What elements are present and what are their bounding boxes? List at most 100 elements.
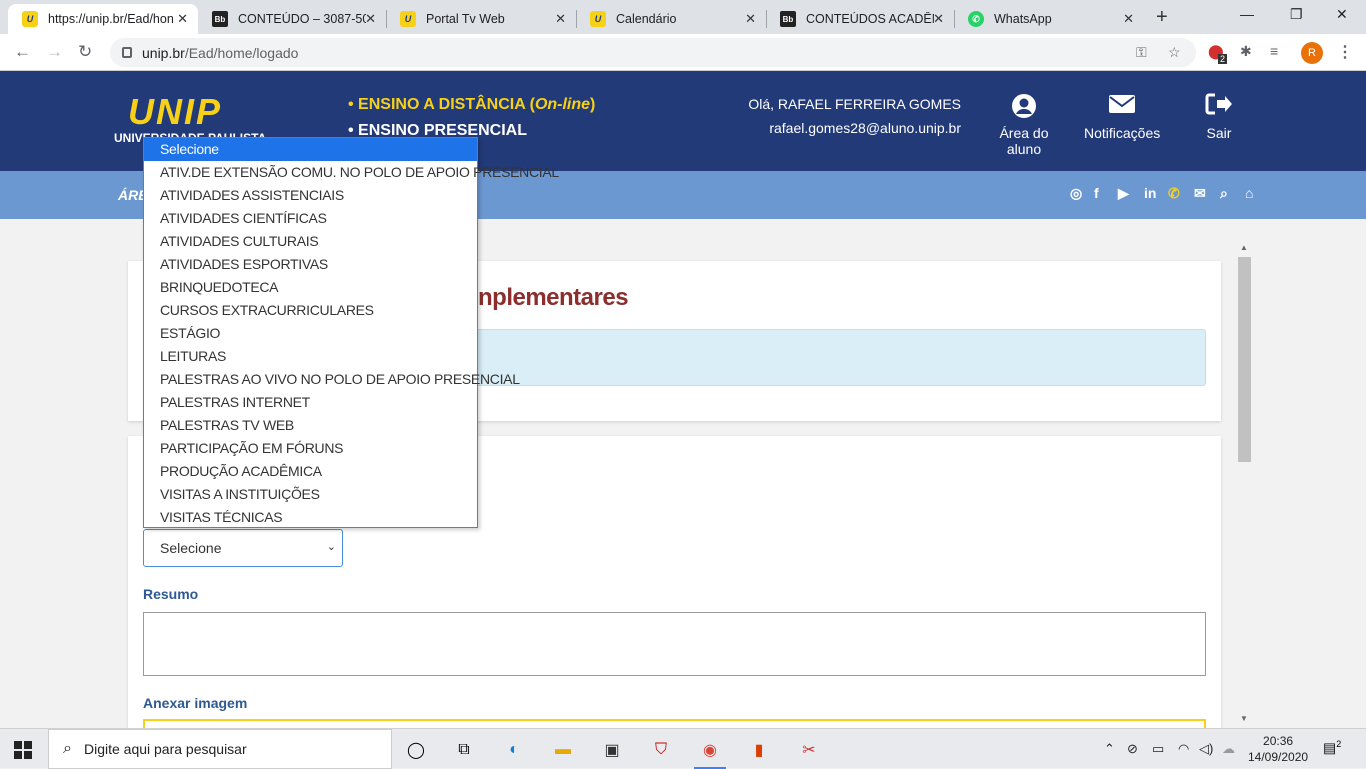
reload-icon[interactable]: ↻	[78, 42, 92, 62]
cortana-icon[interactable]: ◯	[404, 739, 428, 761]
profile-avatar[interactable]: R	[1301, 42, 1323, 64]
dropdown-option[interactable]: PARTICIPAÇÃO EM FÓRUNS	[144, 437, 477, 460]
dropdown-option[interactable]: ATIV.DE EXTENSÃO COMU. NO POLO DE APOIO …	[144, 161, 559, 184]
show-hidden-icons-icon[interactable]: ⌃	[1104, 741, 1115, 757]
url-omnibox[interactable]: unip.br/Ead/home/logado ⚿ ☆	[110, 38, 1196, 67]
dropdown-option[interactable]: ATIVIDADES CULTURAIS	[144, 230, 477, 253]
wifi-icon[interactable]: ◠	[1178, 741, 1189, 757]
restore-icon[interactable]: ❐	[1290, 6, 1303, 23]
dropdown-option[interactable]: PRODUÇÃO ACADÊMICA	[144, 460, 477, 483]
facebook-icon[interactable]: f	[1094, 185, 1099, 201]
battery-icon[interactable]: ▭	[1152, 741, 1164, 757]
scrollbar-thumb[interactable]	[1238, 257, 1251, 462]
notifications-button[interactable]: Notificações	[1084, 93, 1160, 141]
extensions-puzzle-icon[interactable]: ✱	[1240, 43, 1252, 60]
dropdown-option[interactable]: PALESTRAS AO VIVO NO POLO DE APOIO PRESE…	[144, 368, 520, 391]
dropdown-option[interactable]: LEITURAS	[144, 345, 477, 368]
dropdown-option[interactable]: ATIVIDADES ESPORTIVAS	[144, 253, 477, 276]
sign-out-icon	[1196, 93, 1242, 119]
unip-favicon-icon: U	[22, 11, 38, 27]
tab-portal-tv-web[interactable]: U Portal Tv Web ✕	[386, 4, 576, 34]
dropdown-option[interactable]: ATIVIDADES CIENTÍFICAS	[144, 207, 477, 230]
email-icon[interactable]: ✉	[1194, 185, 1206, 202]
windows-taskbar: ⌕ Digite aqui para pesquisar ◯ ⧉ ◐ ▬ ▣ ⛉…	[0, 728, 1366, 769]
dropdown-option[interactable]: PALESTRAS INTERNET	[144, 391, 477, 414]
menu-dots-icon[interactable]: ⋮	[1337, 42, 1353, 62]
media-control-icon[interactable]: ≡	[1270, 43, 1278, 59]
tab-title: CONTEÚDO – 3087-50_	[238, 12, 366, 26]
office-icon[interactable]: ▮	[747, 739, 771, 761]
dropdown-option[interactable]: PALESTRAS TV WEB	[144, 414, 477, 437]
student-area-button[interactable]: Área do aluno	[986, 93, 1062, 157]
page-title: nplementares	[478, 284, 629, 311]
dropdown-option[interactable]: VISITAS TÉCNICAS	[144, 506, 477, 529]
resumo-textarea[interactable]	[143, 612, 1206, 676]
close-tab-icon[interactable]: ✕	[933, 11, 944, 27]
chrome-icon[interactable]: ◉	[694, 739, 726, 769]
browser-tab-bar: U https://unip.br/Ead/hon ✕ Bb CONTEÚDO …	[0, 0, 1366, 34]
unip-logo[interactable]: UNIP	[128, 91, 222, 133]
dropdown-option[interactable]: BRINQUEDOTECA	[144, 276, 477, 299]
taskbar-search-box[interactable]: ⌕ Digite aqui para pesquisar	[48, 729, 392, 769]
back-icon[interactable]: ←	[14, 42, 31, 62]
close-tab-icon[interactable]: ✕	[745, 11, 756, 27]
edge-icon[interactable]: ◐	[502, 739, 526, 761]
phone-icon[interactable]: ✆	[1168, 185, 1180, 202]
file-explorer-icon[interactable]: ▬	[551, 739, 575, 761]
address-bar: ← → ↻ unip.br/Ead/home/logado ⚿ ☆ ⬤ 2 ✱ …	[0, 34, 1366, 71]
close-tab-icon[interactable]: ✕	[177, 11, 188, 27]
snipping-tool-icon[interactable]: ✂	[797, 739, 821, 761]
user-circle-icon	[986, 93, 1062, 119]
volume-icon[interactable]: ◁)	[1199, 741, 1213, 757]
ensino-distancia-link[interactable]: • ENSINO A DISTÂNCIA (On-line)	[348, 96, 595, 114]
activity-type-select[interactable]: Selecione ⌄	[143, 529, 343, 567]
home-icon[interactable]: ⌂	[1245, 185, 1253, 201]
store-icon[interactable]: ▣	[600, 739, 624, 761]
dropdown-option[interactable]: Selecione	[144, 138, 477, 161]
task-view-icon[interactable]: ⧉	[452, 739, 476, 761]
tab-conteudos-academicos[interactable]: Bb CONTEÚDOS ACADÊMI ✕	[766, 4, 954, 34]
network-disconnected-icon[interactable]: ⊘	[1127, 741, 1138, 757]
unip-favicon-icon: U	[400, 11, 416, 27]
tab-whatsapp[interactable]: ✆ WhatsApp ✕	[954, 4, 1144, 34]
mcafee-icon[interactable]: ⛉	[649, 739, 673, 761]
tab-title: WhatsApp	[994, 12, 1052, 26]
tab-calendario[interactable]: U Calendário ✕	[576, 4, 766, 34]
page-scrollbar[interactable]: ▲ ▼	[1237, 243, 1253, 723]
windows-start-icon[interactable]	[14, 741, 32, 759]
dropdown-option[interactable]: VISITAS A INSTITUIÇÕES	[144, 483, 477, 506]
close-tab-icon[interactable]: ✕	[365, 11, 376, 27]
key-icon[interactable]: ⚿	[1136, 44, 1147, 61]
tab-title: CONTEÚDOS ACADÊMI	[806, 12, 934, 26]
scroll-down-icon[interactable]: ▼	[1240, 714, 1248, 723]
forward-icon[interactable]: →	[46, 42, 63, 62]
tab-title: Portal Tv Web	[426, 12, 505, 26]
scroll-up-icon[interactable]: ▲	[1240, 243, 1248, 252]
search-icon[interactable]: ⌕	[1220, 185, 1228, 202]
search-placeholder: Digite aqui para pesquisar	[83, 741, 247, 757]
dropdown-option[interactable]: ESTÁGIO	[144, 322, 477, 345]
tab-title: https://unip.br/Ead/hon	[48, 12, 174, 26]
linkedin-icon[interactable]: in	[1144, 185, 1156, 201]
system-clock[interactable]: 20:36 14/09/2020	[1248, 733, 1308, 765]
url-domain: unip.br	[142, 44, 185, 61]
dropdown-option[interactable]: ATIVIDADES ASSISTENCIAIS	[144, 184, 477, 207]
tab-conteudo[interactable]: Bb CONTEÚDO – 3087-50_ ✕	[198, 4, 386, 34]
image-upload-field[interactable]	[143, 719, 1206, 728]
close-tab-icon[interactable]: ✕	[1123, 11, 1134, 27]
youtube-icon[interactable]: ▶	[1118, 185, 1129, 202]
onedrive-icon[interactable]: ☁	[1222, 741, 1235, 757]
minimize-icon[interactable]: —	[1240, 6, 1254, 22]
close-window-icon[interactable]: ✕	[1336, 6, 1348, 23]
whatsapp-favicon-icon: ✆	[968, 11, 984, 27]
notification-center-icon[interactable]: ▤2	[1323, 739, 1341, 757]
new-tab-button[interactable]: +	[1156, 6, 1168, 29]
envelope-icon	[1084, 93, 1160, 119]
close-tab-icon[interactable]: ✕	[555, 11, 566, 27]
extension-badge: 2	[1218, 54, 1228, 64]
tab-unip-ead[interactable]: U https://unip.br/Ead/hon ✕	[8, 4, 198, 34]
bookmark-star-icon[interactable]: ☆	[1168, 44, 1181, 61]
instagram-icon[interactable]: ◎	[1070, 185, 1082, 202]
dropdown-option[interactable]: CURSOS EXTRACURRICULARES	[144, 299, 477, 322]
logout-button[interactable]: Sair	[1196, 93, 1242, 141]
